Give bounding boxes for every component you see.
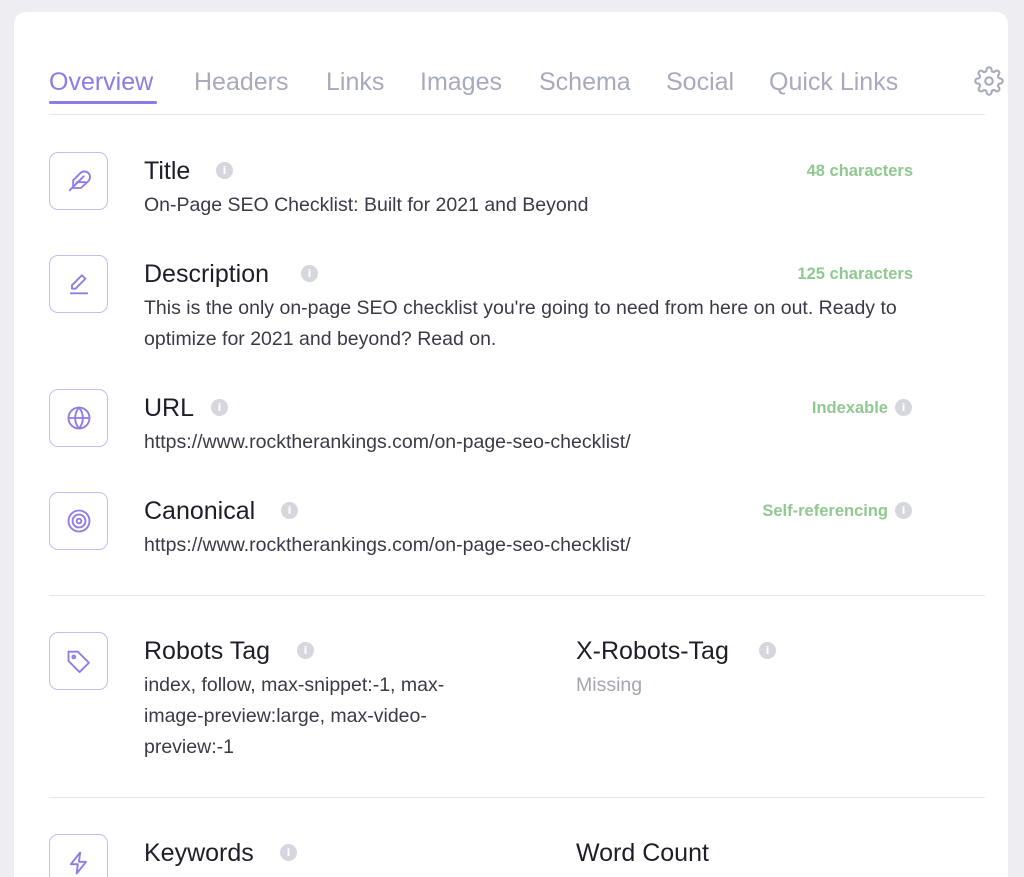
tab-schema[interactable]: Schema: [539, 68, 631, 97]
word-count-label: Word Count: [576, 839, 709, 867]
url-status-info-icon[interactable]: i: [895, 399, 912, 416]
section-divider: [49, 595, 985, 596]
description-info-icon[interactable]: i: [301, 265, 318, 282]
canonical-info-icon[interactable]: i: [281, 502, 298, 519]
url-index-status: Indexable: [811, 399, 888, 417]
description-char-count: 125 characters: [797, 265, 913, 283]
tab-divider: [49, 114, 985, 115]
keywords-label: Keywords: [144, 839, 254, 867]
tab-social[interactable]: Social: [666, 68, 734, 97]
robots-tag-label: Robots Tag: [144, 637, 271, 665]
tab-quick-links[interactable]: Quick Links: [769, 68, 898, 97]
title-label: Title: [144, 157, 191, 185]
target-icon: [49, 492, 108, 550]
robots-tag-info-icon[interactable]: i: [297, 642, 314, 659]
canonical-label: Canonical: [144, 497, 256, 525]
keywords-info-icon[interactable]: i: [280, 844, 297, 861]
tab-links[interactable]: Links: [326, 68, 384, 97]
x-robots-tag-value: Missing: [576, 674, 643, 696]
gear-icon[interactable]: [974, 66, 1004, 96]
tab-overview[interactable]: Overview: [49, 68, 153, 97]
robots-tag-value: index, follow, max-snippet:-1, max-image…: [144, 674, 445, 758]
tab-images[interactable]: Images: [420, 68, 502, 97]
x-robots-tag-label: X-Robots-Tag: [576, 637, 729, 665]
url-info-icon[interactable]: i: [211, 399, 228, 416]
title-value: On-Page SEO Checklist: Built for 2021 an…: [144, 194, 589, 216]
section-divider: [49, 797, 985, 798]
feather-icon: [49, 152, 108, 210]
title-info-icon[interactable]: i: [216, 162, 233, 179]
description-label: Description: [144, 260, 270, 288]
x-robots-tag-info-icon[interactable]: i: [759, 642, 776, 659]
canonical-status-info-icon[interactable]: i: [895, 502, 912, 519]
url-value: https://www.rocktherankings.com/on-page-…: [144, 431, 631, 453]
url-label: URL: [144, 394, 195, 422]
description-value: This is the only on-page SEO checklist y…: [144, 297, 897, 350]
tab-headers[interactable]: Headers: [194, 68, 289, 97]
pencil-icon: [49, 255, 108, 313]
globe-icon: [49, 389, 108, 447]
seo-overview-panel: Overview Headers Links Images Schema Soc…: [14, 12, 1008, 877]
tag-icon: [49, 632, 108, 690]
active-tab-indicator: [49, 101, 157, 104]
canonical-status: Self-referencing: [762, 502, 888, 520]
title-char-count: 48 characters: [806, 162, 913, 180]
tab-bar: Overview Headers Links Images Schema Soc…: [49, 52, 1004, 114]
canonical-value: https://www.rocktherankings.com/on-page-…: [144, 534, 631, 556]
lightning-icon: [49, 834, 108, 877]
